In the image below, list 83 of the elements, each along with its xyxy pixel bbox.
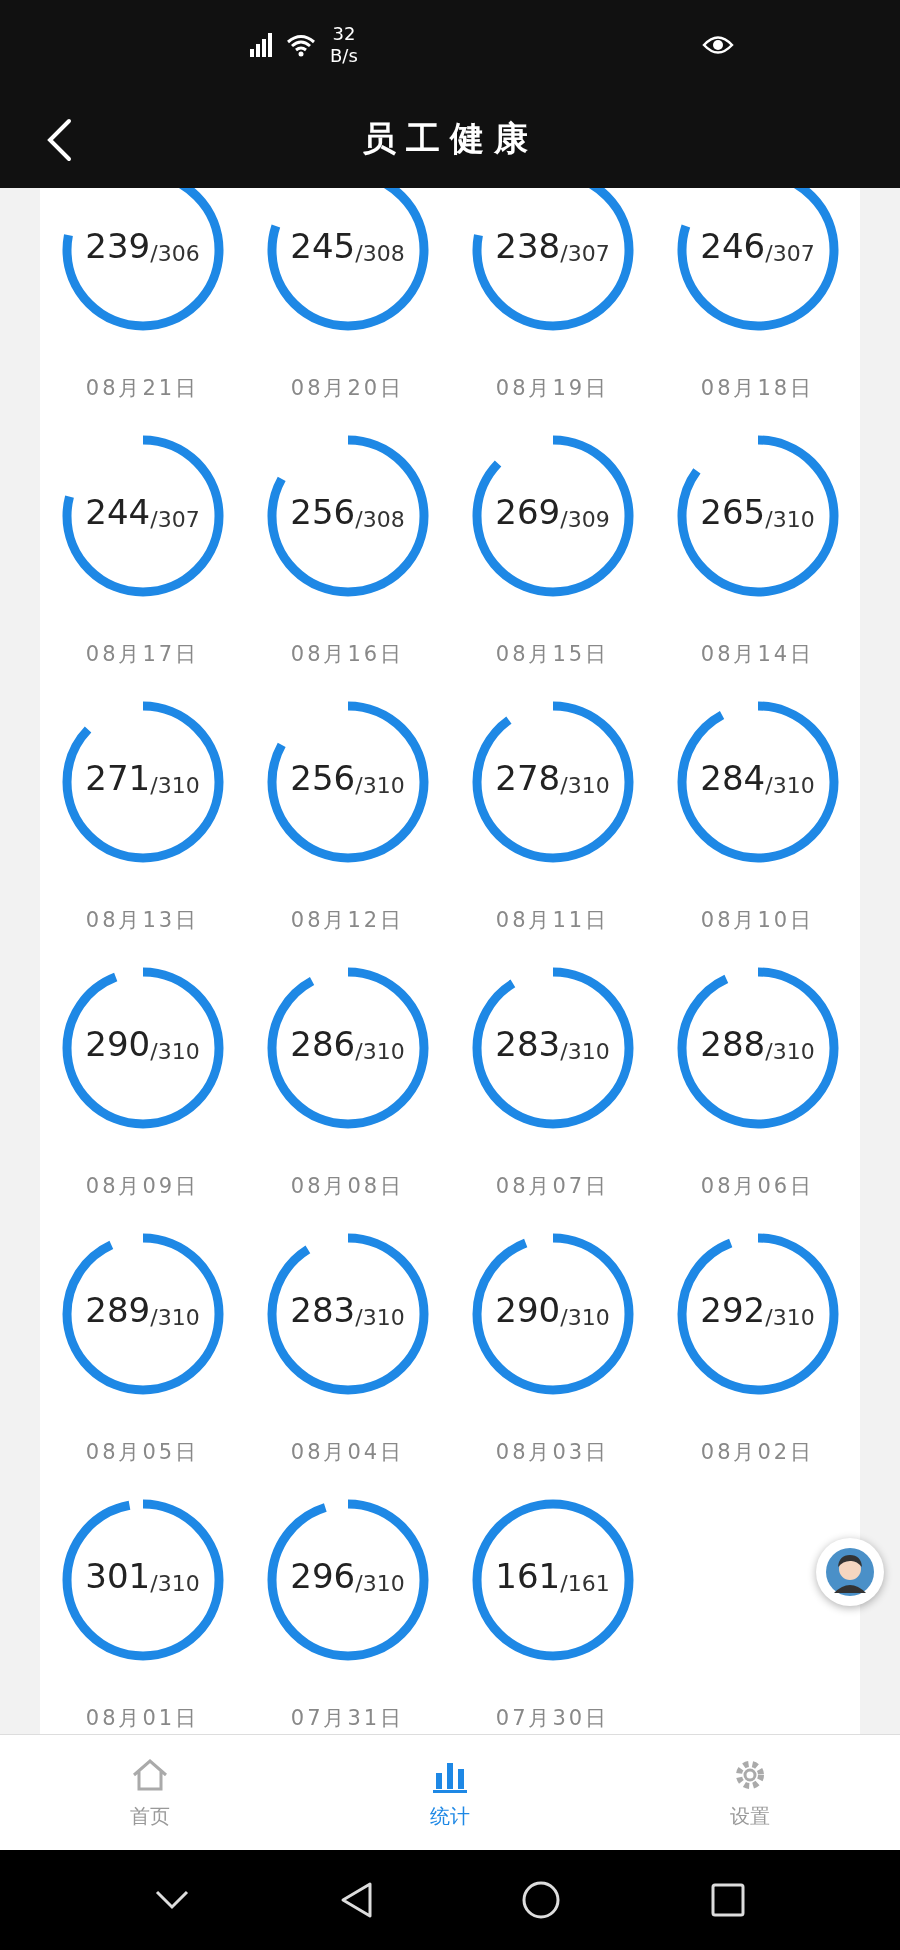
attendance-count: 283	[495, 1024, 561, 1064]
network-speed-unit: B/s	[330, 45, 358, 67]
attendance-total: /310	[355, 772, 405, 798]
attendance-total: /310	[765, 1304, 815, 1330]
date-label: 08月13日	[85, 907, 200, 934]
attendance-count: 238	[495, 226, 561, 266]
date-label: 08月05日	[85, 1439, 200, 1466]
attendance-total: /308	[355, 506, 405, 532]
attendance-total: /310	[355, 1038, 405, 1064]
attendance-total: /310	[765, 772, 815, 798]
attendance-total: /310	[150, 1304, 200, 1330]
eye-icon	[701, 34, 734, 56]
attendance-total: /308	[355, 240, 405, 266]
date-label: 08月18日	[700, 375, 815, 402]
attendance-count: 296	[290, 1556, 356, 1596]
square-recents-icon	[709, 1882, 746, 1918]
attendance-count: 245	[290, 226, 356, 266]
attendance-count: 290	[495, 1290, 561, 1330]
date-label: 08月20日	[290, 375, 405, 402]
attendance-count: 256	[290, 492, 356, 532]
chevron-down-icon	[154, 1889, 191, 1911]
date-label: 08月21日	[85, 375, 200, 402]
attendance-count: 288	[700, 1024, 766, 1064]
date-label: 08月02日	[700, 1439, 815, 1466]
attendance-count: 244	[85, 492, 151, 532]
attendance-total: /307	[765, 240, 815, 266]
support-button[interactable]	[816, 1538, 884, 1606]
attendance-count: 256	[290, 758, 356, 798]
network-speed-value: 32	[332, 23, 356, 45]
tab-bar-item[interactable]: 设置	[710, 1751, 790, 1834]
date-label: 08月11日	[495, 907, 610, 934]
attendance-count: 286	[290, 1024, 356, 1064]
tab-bar-item[interactable]: 统计	[410, 1751, 490, 1834]
attendance-total: /306	[150, 240, 200, 266]
attendance-count: 289	[85, 1290, 151, 1330]
circle-home-icon	[521, 1880, 562, 1920]
attendance-count: 161	[495, 1556, 561, 1596]
back-icon	[46, 118, 72, 162]
attendance-total: /310	[560, 772, 610, 798]
attendance-count: 283	[290, 1290, 356, 1330]
date-label: 08月06日	[700, 1173, 815, 1200]
attendance-count: 265	[700, 492, 766, 532]
date-label: 08月16日	[290, 641, 405, 668]
attendance-total: /310	[150, 1038, 200, 1064]
attendance-count: 246	[700, 226, 766, 266]
date-label: 08月19日	[495, 375, 610, 402]
attendance-total: /310	[560, 1304, 610, 1330]
date-label: 08月01日	[85, 1705, 200, 1732]
date-label: 08月10日	[700, 907, 815, 934]
signal-icon	[250, 33, 272, 57]
attendance-count: 292	[700, 1290, 766, 1330]
attendance-total: /310	[150, 1570, 200, 1596]
attendance-total: /310	[765, 506, 815, 532]
attendance-count: 271	[85, 758, 151, 798]
attendance-total: /161	[560, 1570, 610, 1596]
attendance-total: /309	[560, 506, 610, 532]
date-label: 07月31日	[290, 1705, 405, 1732]
attendance-total: /307	[560, 240, 610, 266]
tab-bar-item[interactable]: 首页	[110, 1751, 190, 1834]
attendance-count: 284	[700, 758, 766, 798]
attendance-total: /310	[355, 1304, 405, 1330]
attendance-total: /310	[560, 1038, 610, 1064]
date-label: 07月30日	[495, 1705, 610, 1732]
date-label: 08月15日	[495, 641, 610, 668]
date-label: 08月17日	[85, 641, 200, 668]
date-label: 08月07日	[495, 1173, 610, 1200]
attendance-total: /310	[150, 772, 200, 798]
date-label: 08月04日	[290, 1439, 405, 1466]
attendance-count: 278	[495, 758, 561, 798]
date-label: 08月12日	[290, 907, 405, 934]
date-label: 08月08日	[290, 1173, 405, 1200]
date-label: 08月14日	[700, 641, 815, 668]
attendance-total: /307	[150, 506, 200, 532]
date-label: 08月09日	[85, 1173, 200, 1200]
attendance-total: /310	[765, 1038, 815, 1064]
attendance-total: /310	[355, 1570, 405, 1596]
attendance-count: 269	[495, 492, 561, 532]
page-title: 员工健康	[362, 117, 538, 160]
attendance-count: 301	[85, 1556, 151, 1596]
attendance-count: 290	[85, 1024, 151, 1064]
attendance-count: 239	[85, 226, 151, 266]
wifi-icon	[286, 33, 316, 57]
date-label: 08月03日	[495, 1439, 610, 1466]
